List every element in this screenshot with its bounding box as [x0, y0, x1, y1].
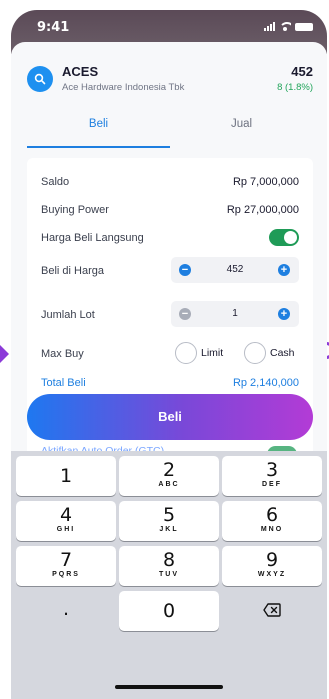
key-4-letters: GHI	[56, 526, 76, 533]
key-1[interactable]: 1	[16, 456, 116, 496]
phone-screen: 9:41 ACES Ace Hardware Indonesia Tbk 452…	[11, 10, 327, 699]
key-8-letters: TUV	[159, 571, 179, 578]
jumlah-lot-label: Jumlah Lot	[41, 309, 95, 321]
price-plus-button[interactable]: +	[278, 264, 290, 276]
total-label: Total Beli	[41, 377, 86, 389]
key-9[interactable]: 9 WXYZ	[222, 546, 322, 586]
signal-icon	[264, 22, 275, 31]
status-icons	[264, 22, 313, 31]
order-tabs: Beli Jual	[27, 118, 313, 148]
battery-icon	[295, 22, 313, 31]
radio-limit-circle[interactable]	[175, 342, 197, 364]
buying-power-label: Buying Power	[41, 204, 109, 216]
key-6-digit: 6	[265, 504, 279, 526]
numeric-keypad: 1 2 ABC 3 DEF 4 GHI 5 JKL 6 MNO 7 PQRS 8 TUV 9W…	[11, 451, 327, 699]
radio-cash-label: Cash	[270, 347, 295, 359]
key-decimal[interactable]: .	[16, 591, 116, 631]
saldo-label: Saldo	[41, 176, 70, 188]
key-1-digit: 1	[59, 465, 73, 487]
key-6[interactable]: 6 MNO	[222, 501, 322, 541]
price-stepper: − 452 +	[171, 257, 299, 283]
buy-button[interactable]: Beli	[27, 394, 313, 440]
radio-limit-label: Limit	[201, 347, 224, 359]
saldo-value: Rp 7,000,000	[232, 176, 299, 188]
radio-cash-circle[interactable]	[244, 342, 266, 364]
key-5-letters: JKL	[159, 526, 179, 533]
key-5[interactable]: 5 JKL	[119, 501, 219, 541]
key-3-letters: DEF	[262, 481, 282, 488]
wifi-icon	[279, 22, 291, 31]
key-6-letters: MNO	[260, 526, 284, 533]
key-9-letters: WXYZ	[257, 571, 287, 578]
key-5-digit: 5	[162, 504, 176, 526]
harga-langsung-toggle[interactable]	[269, 229, 299, 246]
total-value: Rp 2,140,000	[232, 377, 299, 389]
lot-stepper: − 1 +	[171, 301, 299, 327]
key-4-digit: 4	[59, 504, 73, 526]
key-8[interactable]: 8 TUV	[119, 546, 219, 586]
key-decimal-symbol: .	[62, 598, 70, 620]
search-icon[interactable]	[27, 66, 53, 92]
status-time: 9:41	[37, 20, 70, 35]
key-7-letters: PQRS	[52, 571, 80, 578]
harga-langsung-label: Harga Beli Langsung	[41, 232, 144, 244]
price-change: 8 (1.8%)	[277, 82, 313, 93]
stock-ticker: ACES	[62, 64, 99, 79]
key-0-digit: 0	[162, 600, 176, 622]
lot-plus-button[interactable]: +	[278, 308, 290, 320]
backspace-key[interactable]	[222, 591, 322, 631]
radio-limit[interactable]: Limit	[175, 342, 223, 364]
max-buy-label: Max Buy	[41, 348, 84, 360]
key-2-digit: 2	[162, 459, 176, 481]
tab-beli[interactable]: Beli	[27, 118, 170, 130]
stock-header: ACES Ace Hardware Indonesia Tbk 452 8 (1…	[27, 64, 313, 98]
key-3[interactable]: 3 DEF	[222, 456, 322, 496]
key-0[interactable]: 0	[119, 591, 219, 631]
key-8-digit: 8	[162, 549, 176, 571]
key-3-digit: 3	[265, 459, 279, 481]
key-7[interactable]: 7 PQRS	[16, 546, 116, 586]
backspace-icon	[263, 603, 281, 617]
key-2[interactable]: 2 ABC	[119, 456, 219, 496]
radio-cash[interactable]: Cash	[244, 342, 295, 364]
beli-harga-label: Beli di Harga	[41, 265, 104, 277]
key-2-letters: ABC	[158, 481, 180, 488]
company-name: Ace Hardware Indonesia Tbk	[62, 82, 185, 93]
buying-power-value: Rp 27,000,000	[226, 204, 299, 216]
stock-price: 452	[291, 64, 313, 79]
home-indicator[interactable]	[115, 685, 223, 689]
active-tab-indicator	[27, 146, 170, 148]
key-9-digit: 9	[265, 549, 279, 571]
left-arrow-marker	[0, 345, 9, 363]
tab-jual[interactable]: Jual	[170, 118, 313, 130]
key-7-digit: 7	[59, 549, 73, 571]
order-sheet: ACES Ace Hardware Indonesia Tbk 452 8 (1…	[11, 42, 327, 699]
key-4[interactable]: 4 GHI	[16, 501, 116, 541]
